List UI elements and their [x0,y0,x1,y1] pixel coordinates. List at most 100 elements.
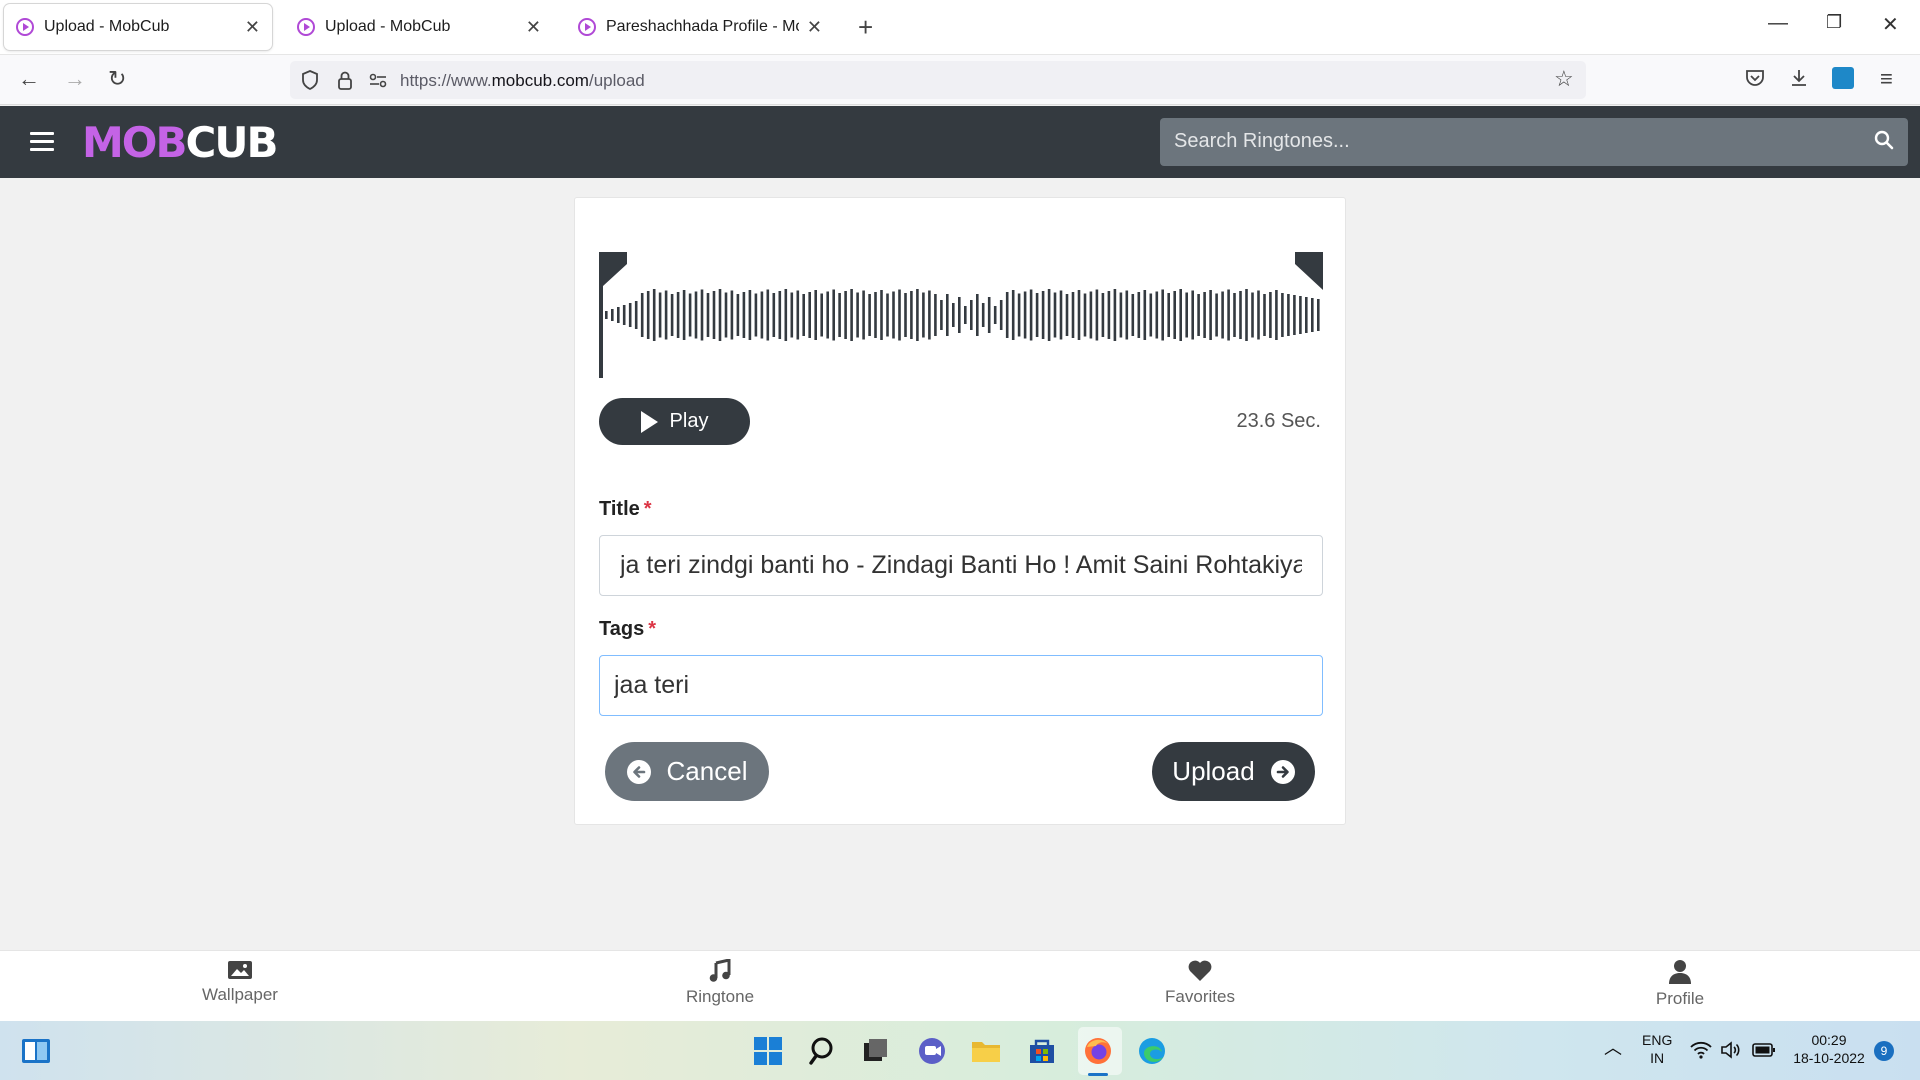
teams-chat-icon[interactable] [916,1035,948,1067]
close-tab-icon[interactable]: ✕ [807,17,822,38]
url-bar[interactable]: https://www.mobcub.com/upload ☆ [290,61,1586,99]
waveform-bar [892,291,895,339]
waveform-bar [736,294,740,336]
audio-waveform[interactable] [599,252,1323,378]
play-label: Play [669,410,709,432]
mobcub-logo[interactable]: MOBCUB [82,118,278,167]
nav-wallpaper[interactable]: Wallpaper [140,959,340,1005]
tab-upload-active[interactable]: Upload - MobCub ✕ [4,4,272,50]
language-indicator[interactable]: ENG IN [1642,1031,1672,1067]
shield-icon[interactable] [300,69,320,91]
tab-upload[interactable]: Upload - MobCub ✕ [285,4,553,50]
waveform-bar [1173,291,1176,339]
widgets-icon[interactable] [20,1035,52,1067]
waveform-bar [838,293,841,337]
tags-input[interactable] [599,655,1323,716]
play-button[interactable]: Play [599,398,750,445]
permissions-icon[interactable] [368,69,388,91]
download-icon[interactable] [1788,67,1810,89]
taskbar-search-icon[interactable] [808,1035,840,1067]
volume-icon[interactable] [1720,1040,1742,1060]
waveform-bar [1131,294,1135,336]
waveform-bar [880,290,883,340]
file-explorer-icon[interactable] [970,1035,1002,1067]
waveform-bar [874,292,877,338]
url-text[interactable]: https://www.mobcub.com/upload [400,71,645,91]
waveform-bar [1071,292,1075,338]
close-tab-icon[interactable]: ✕ [245,17,260,38]
waveform-bar [1077,290,1081,340]
new-tab-icon[interactable]: + [858,12,873,42]
edge-icon[interactable] [1136,1035,1168,1067]
nav-ringtone[interactable]: Ringtone [620,959,820,1007]
title-input[interactable] [599,535,1323,596]
waveform-bar [970,300,973,330]
task-view-icon[interactable] [860,1035,892,1067]
waveform-bar [682,290,686,340]
search-input[interactable] [1174,130,1854,153]
extension-icon[interactable] [1832,67,1854,89]
clock[interactable]: 00:29 18-10-2022 [1788,1031,1870,1067]
waveform-bar [706,293,710,337]
reload-icon[interactable]: ↻ [108,67,126,91]
waveform-bar [1197,294,1200,336]
tab-title: Upload - MobCub [44,18,170,35]
waveform-bar [611,309,614,321]
upload-card: Play 23.6 Sec. Title* Tags* Cancel Uploa… [574,197,1346,825]
waveform-bar [946,294,949,336]
cancel-button[interactable]: Cancel [605,742,769,801]
lock-icon[interactable] [336,69,354,91]
notification-badge[interactable]: 9 [1874,1041,1894,1061]
waveform-bar [1035,293,1039,337]
waveform-bar [1041,291,1045,339]
waveform-bar [1317,299,1320,331]
waveform-bar [1089,291,1093,339]
waveform-bar [844,291,847,339]
upload-button[interactable]: Upload [1152,742,1315,801]
close-tab-icon[interactable]: ✕ [526,17,541,38]
forward-icon[interactable]: → [64,67,86,91]
nav-favorites[interactable]: Favorites [1100,959,1300,1007]
back-icon[interactable]: ← [18,67,40,91]
waveform-bar [1215,293,1218,337]
waveform-bar [670,294,674,336]
waveform-bar [928,290,931,340]
arrow-right-circle-icon [1270,759,1295,784]
waveform-bar [1191,290,1194,340]
bookmark-star-icon[interactable]: ☆ [1554,66,1574,92]
pocket-icon[interactable] [1744,67,1766,89]
tags-label: Tags * [599,618,656,640]
search-icon[interactable] [1874,130,1894,150]
firefox-icon[interactable] [1082,1035,1114,1067]
mobcub-favicon-icon [578,18,596,36]
waveform-bar [976,294,979,336]
waveform-bar [904,293,907,337]
waveform-bar [712,291,716,339]
battery-icon[interactable] [1752,1042,1776,1058]
waveform-bar [964,306,967,324]
restore-icon[interactable]: ❐ [1826,12,1842,33]
show-hidden-icons-icon[interactable]: ︿ [1604,1039,1622,1057]
waveform-bar [1245,289,1248,341]
hamburger-menu-icon[interactable] [30,132,54,156]
waveform-bar [832,289,835,341]
waveform-bar [1155,291,1159,339]
waveform-bar [742,292,746,338]
nav-profile[interactable]: Profile [1580,959,1780,1009]
waveform-bar [605,311,608,319]
waveform-bar [981,303,985,327]
close-window-icon[interactable]: ✕ [1882,12,1899,37]
nav-label: Favorites [1165,987,1235,1006]
menu-icon[interactable]: ≡ [1880,67,1893,91]
windows-start-icon[interactable] [752,1035,784,1067]
microsoft-store-icon[interactable] [1026,1035,1058,1067]
waveform-bar [1029,289,1033,341]
wifi-icon[interactable] [1690,1041,1712,1059]
waveform-bar [1269,292,1272,338]
tab-profile[interactable]: Pareshachhada Profile - MobCub ✕ [566,4,834,50]
minimize-icon[interactable]: — [1768,12,1788,35]
waveform-bar [958,297,961,333]
waveform-bar [1287,294,1290,336]
bottom-nav: Wallpaper Ringtone Favorites Profile [0,950,1920,1021]
trim-end-handle[interactable] [1295,252,1323,290]
